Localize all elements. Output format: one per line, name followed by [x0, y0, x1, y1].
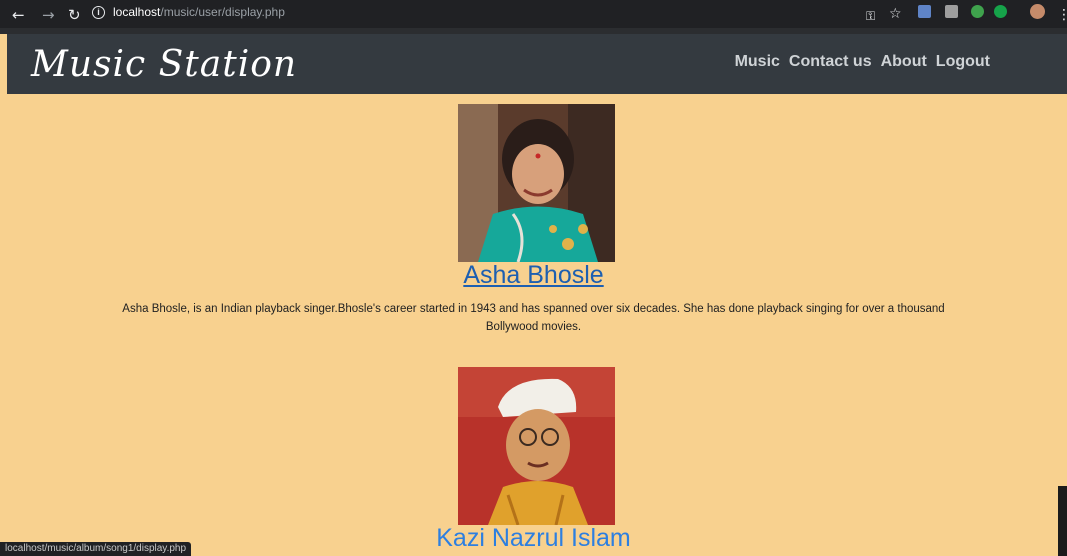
back-arrow-icon[interactable]: ←: [12, 6, 25, 24]
url-host: localhost: [113, 5, 161, 19]
menu-dots-icon[interactable]: ⋮: [1057, 6, 1067, 24]
reload-icon[interactable]: ↻: [68, 6, 81, 24]
key-icon[interactable]: ⚿: [866, 7, 875, 25]
extension-icon[interactable]: [918, 5, 931, 18]
extension-icon[interactable]: [971, 5, 984, 18]
artist-name-link[interactable]: Asha Bhosle: [7, 261, 1060, 290]
site-navbar: Music Station Music Contact us About Log…: [7, 34, 1067, 94]
bookmark-star-icon[interactable]: ☆: [889, 5, 902, 23]
grammarly-icon[interactable]: [994, 5, 1007, 18]
profile-avatar-icon[interactable]: [1030, 4, 1045, 19]
nav-music[interactable]: Music: [735, 53, 780, 71]
nav-contact-us[interactable]: Contact us: [789, 53, 872, 71]
nav-logout[interactable]: Logout: [936, 53, 990, 71]
address-bar[interactable]: i localhost/music/user/display.php: [92, 3, 852, 21]
url-path: /music/user/display.php: [160, 5, 285, 19]
artist-photo[interactable]: [458, 367, 615, 525]
browser-chrome: ← → ↻ i localhost/music/user/display.php…: [0, 0, 1067, 34]
nav-links: Music Contact us About Logout: [735, 53, 990, 71]
forward-arrow-icon[interactable]: →: [42, 6, 55, 24]
artist-photo[interactable]: [458, 104, 615, 262]
scrollbar-thumb[interactable]: [1058, 486, 1067, 556]
extension-icon[interactable]: [945, 5, 958, 18]
nav-about[interactable]: About: [881, 53, 927, 71]
status-bar-url: localhost/music/album/song1/display.php: [0, 542, 192, 556]
brand-logo[interactable]: Music Station: [31, 44, 297, 85]
info-icon[interactable]: i: [92, 5, 105, 19]
artist-description: Asha Bhosle, is an Indian playback singe…: [122, 303, 945, 333]
